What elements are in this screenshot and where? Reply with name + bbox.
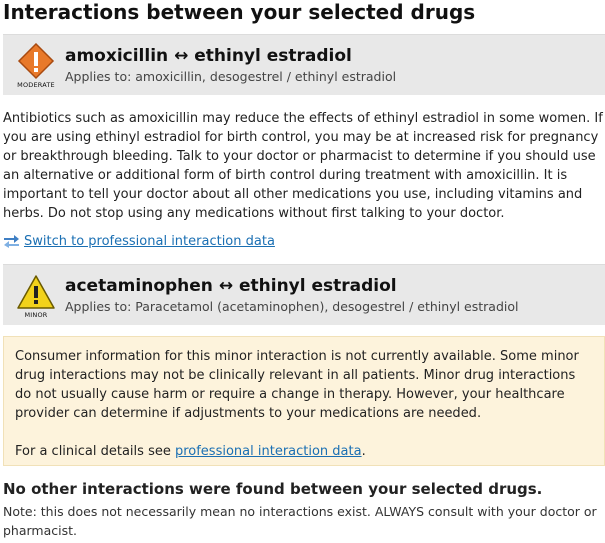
interaction-header-amoxicillin: MODERATE amoxicillin ↔ ethinyl estradiol… bbox=[3, 34, 605, 95]
clinical-suffix: . bbox=[361, 444, 366, 459]
severity-label: MINOR bbox=[24, 311, 48, 319]
severity-label: MODERATE bbox=[17, 81, 55, 89]
interaction-header-acetaminophen: MINOR acetaminophen ↔ ethinyl estradiol … bbox=[3, 264, 605, 325]
page-title: Interactions between your selected drugs bbox=[3, 0, 476, 24]
applies-to: Applies to: Paracetamol (acetaminophen),… bbox=[65, 299, 519, 314]
interaction-description: Antibiotics such as amoxicillin may redu… bbox=[3, 111, 603, 221]
interaction-title: amoxicillin ↔ ethinyl estradiol bbox=[65, 46, 352, 66]
interaction-title: acetaminophen ↔ ethinyl estradiol bbox=[65, 276, 397, 296]
disclaimer-note: Note: this does not necessarily mean no … bbox=[3, 504, 597, 538]
moderate-severity-warning-icon: MODERATE bbox=[15, 43, 57, 91]
applies-to: Applies to: amoxicillin, desogestrel / e… bbox=[65, 69, 397, 84]
minor-interaction-notice: Consumer information for this minor inte… bbox=[3, 336, 605, 466]
clinical-prefix: For a clinical details see bbox=[15, 444, 175, 459]
professional-interaction-data-link[interactable]: professional interaction data bbox=[175, 444, 362, 459]
switch-arrows-icon[interactable] bbox=[3, 234, 20, 252]
switch-professional-row: Switch to professional interaction data bbox=[3, 234, 275, 252]
clinical-details-line: For a clinical details see professional … bbox=[15, 442, 594, 461]
switch-to-professional-link[interactable]: Switch to professional interaction data bbox=[24, 234, 275, 249]
no-other-interactions-heading: No other interactions were found between… bbox=[3, 480, 543, 498]
notice-text: Consumer information for this minor inte… bbox=[15, 349, 579, 421]
minor-severity-warning-icon: MINOR bbox=[15, 273, 57, 321]
